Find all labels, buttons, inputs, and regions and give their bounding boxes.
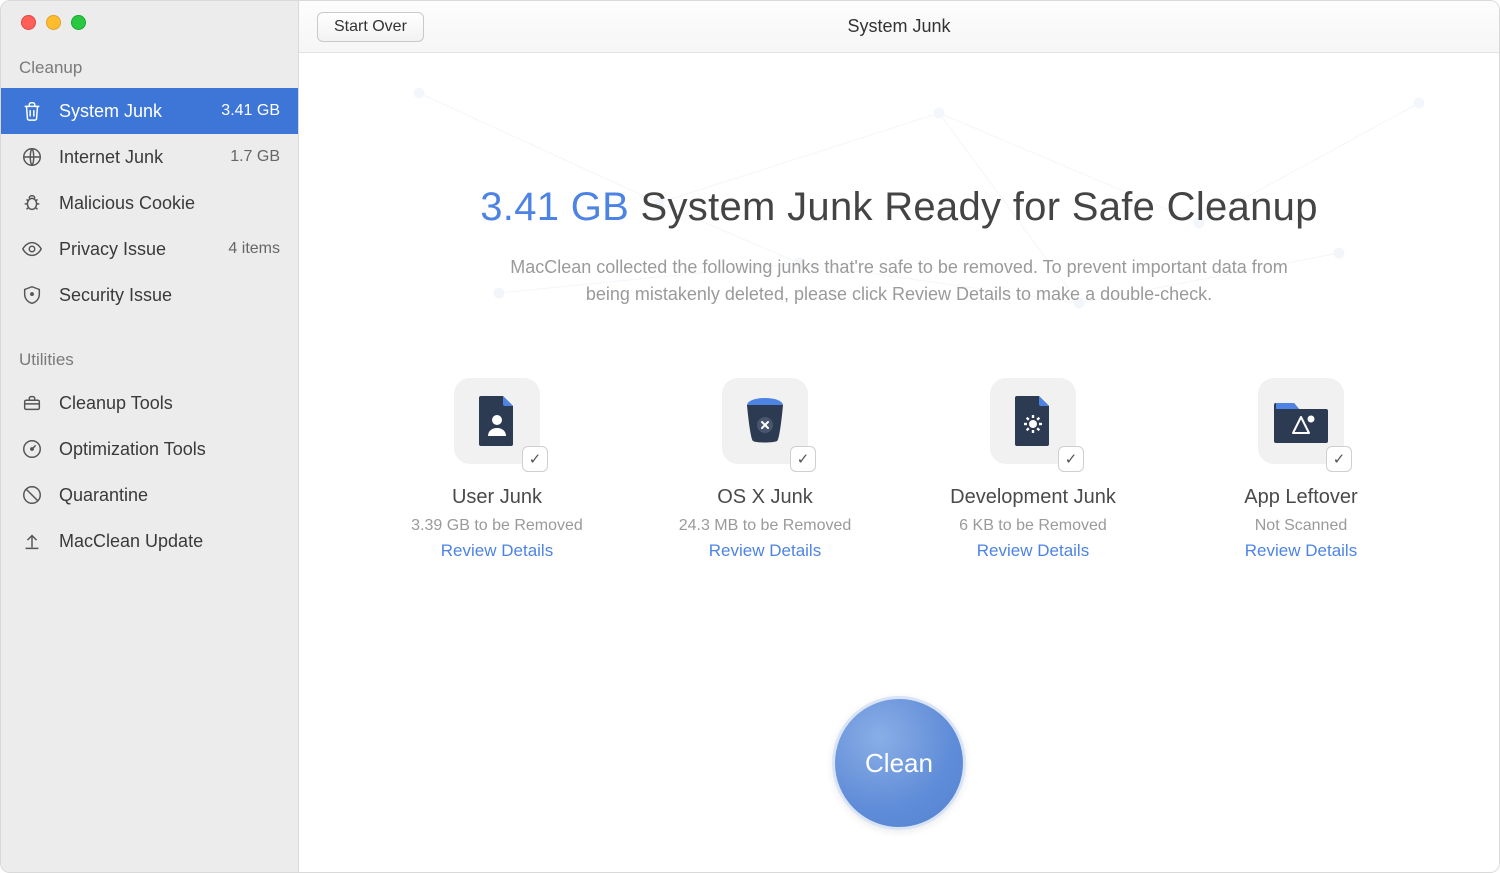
window-controls bbox=[1, 15, 298, 52]
card-app-leftover: ✓ App Leftover Not Scanned Review Detail… bbox=[1191, 378, 1411, 561]
page-title: System Junk bbox=[299, 16, 1499, 37]
app-folder-icon bbox=[1272, 397, 1330, 445]
file-gear-icon bbox=[1011, 394, 1055, 448]
sidebar: Cleanup System Junk 3.41 GB Internet Jun… bbox=[1, 1, 299, 872]
sidebar-item-label: Cleanup Tools bbox=[59, 393, 280, 414]
sidebar-item-macclean-update[interactable]: MacClean Update bbox=[1, 518, 298, 564]
headline: 3.41 GB System Junk Ready for Safe Clean… bbox=[480, 185, 1317, 230]
sidebar-item-label: Optimization Tools bbox=[59, 439, 280, 460]
bug-icon bbox=[19, 190, 45, 216]
sidebar-item-security-issue[interactable]: Security Issue bbox=[1, 272, 298, 318]
sidebar-item-meta: 4 items bbox=[228, 240, 280, 258]
close-window-button[interactable] bbox=[21, 15, 36, 30]
card-icon-wrap: ✓ bbox=[990, 378, 1076, 464]
quarantine-icon bbox=[19, 482, 45, 508]
card-subtitle: 6 KB to be Removed bbox=[959, 517, 1107, 535]
card-checkbox[interactable]: ✓ bbox=[522, 446, 548, 472]
card-subtitle: Not Scanned bbox=[1255, 517, 1348, 535]
sidebar-item-optimization-tools[interactable]: Optimization Tools bbox=[1, 426, 298, 472]
sidebar-item-privacy-issue[interactable]: Privacy Issue 4 items bbox=[1, 226, 298, 272]
headline-size: 3.41 GB bbox=[480, 185, 629, 229]
clean-button[interactable]: Clean bbox=[832, 696, 966, 830]
sidebar-item-label: Malicious Cookie bbox=[59, 193, 280, 214]
card-subtitle: 3.39 GB to be Removed bbox=[411, 517, 583, 535]
card-icon-wrap: ✓ bbox=[454, 378, 540, 464]
file-user-icon bbox=[475, 394, 519, 448]
review-details-link[interactable]: Review Details bbox=[441, 541, 553, 561]
bucket-icon bbox=[740, 395, 790, 447]
card-title: OS X Junk bbox=[717, 486, 813, 509]
card-checkbox[interactable]: ✓ bbox=[1326, 446, 1352, 472]
review-details-link[interactable]: Review Details bbox=[977, 541, 1089, 561]
main-panel: Start Over System Junk 3.41 GB System Ju… bbox=[299, 1, 1499, 872]
sidebar-section-utilities: Utilities bbox=[1, 344, 298, 380]
sidebar-item-cleanup-tools[interactable]: Cleanup Tools bbox=[1, 380, 298, 426]
sidebar-item-malicious-cookie[interactable]: Malicious Cookie bbox=[1, 180, 298, 226]
sidebar-item-label: System Junk bbox=[59, 101, 221, 122]
card-osx-junk: ✓ OS X Junk 24.3 MB to be Removed Review… bbox=[655, 378, 875, 561]
app-window: Cleanup System Junk 3.41 GB Internet Jun… bbox=[0, 0, 1500, 873]
sidebar-item-quarantine[interactable]: Quarantine bbox=[1, 472, 298, 518]
upload-icon bbox=[19, 528, 45, 554]
card-icon-wrap: ✓ bbox=[722, 378, 808, 464]
card-title: Development Junk bbox=[950, 486, 1116, 509]
card-user-junk: ✓ User Junk 3.39 GB to be Removed Review… bbox=[387, 378, 607, 561]
content-area: 3.41 GB System Junk Ready for Safe Clean… bbox=[299, 53, 1499, 872]
sidebar-item-internet-junk[interactable]: Internet Junk 1.7 GB bbox=[1, 134, 298, 180]
review-details-link[interactable]: Review Details bbox=[1245, 541, 1357, 561]
sidebar-item-label: Privacy Issue bbox=[59, 239, 228, 260]
review-details-link[interactable]: Review Details bbox=[709, 541, 821, 561]
toolbox-icon bbox=[19, 390, 45, 416]
headline-text: System Junk Ready for Safe Cleanup bbox=[629, 185, 1318, 229]
card-title: App Leftover bbox=[1244, 486, 1357, 509]
card-development-junk: ✓ Development Junk 6 KB to be Removed Re… bbox=[923, 378, 1143, 561]
shield-icon bbox=[19, 282, 45, 308]
card-checkbox[interactable]: ✓ bbox=[1058, 446, 1084, 472]
sidebar-item-label: Internet Junk bbox=[59, 147, 230, 168]
card-subtitle: 24.3 MB to be Removed bbox=[679, 517, 852, 535]
start-over-button[interactable]: Start Over bbox=[317, 12, 424, 42]
sidebar-item-system-junk[interactable]: System Junk 3.41 GB bbox=[1, 88, 298, 134]
sidebar-section-cleanup: Cleanup bbox=[1, 52, 298, 88]
trash-icon bbox=[19, 98, 45, 124]
globe-icon bbox=[19, 144, 45, 170]
subheadline: MacClean collected the following junks t… bbox=[489, 254, 1309, 308]
sidebar-item-meta: 1.7 GB bbox=[230, 148, 280, 166]
card-checkbox[interactable]: ✓ bbox=[790, 446, 816, 472]
toolbar: Start Over System Junk bbox=[299, 1, 1499, 53]
eye-icon bbox=[19, 236, 45, 262]
sidebar-item-meta: 3.41 GB bbox=[221, 102, 280, 120]
maximize-window-button[interactable] bbox=[71, 15, 86, 30]
minimize-window-button[interactable] bbox=[46, 15, 61, 30]
sidebar-item-label: Security Issue bbox=[59, 285, 280, 306]
card-title: User Junk bbox=[452, 486, 542, 509]
sidebar-item-label: Quarantine bbox=[59, 485, 280, 506]
sidebar-item-label: MacClean Update bbox=[59, 531, 280, 552]
junk-cards-row: ✓ User Junk 3.39 GB to be Removed Review… bbox=[299, 378, 1499, 561]
card-icon-wrap: ✓ bbox=[1258, 378, 1344, 464]
gauge-icon bbox=[19, 436, 45, 462]
